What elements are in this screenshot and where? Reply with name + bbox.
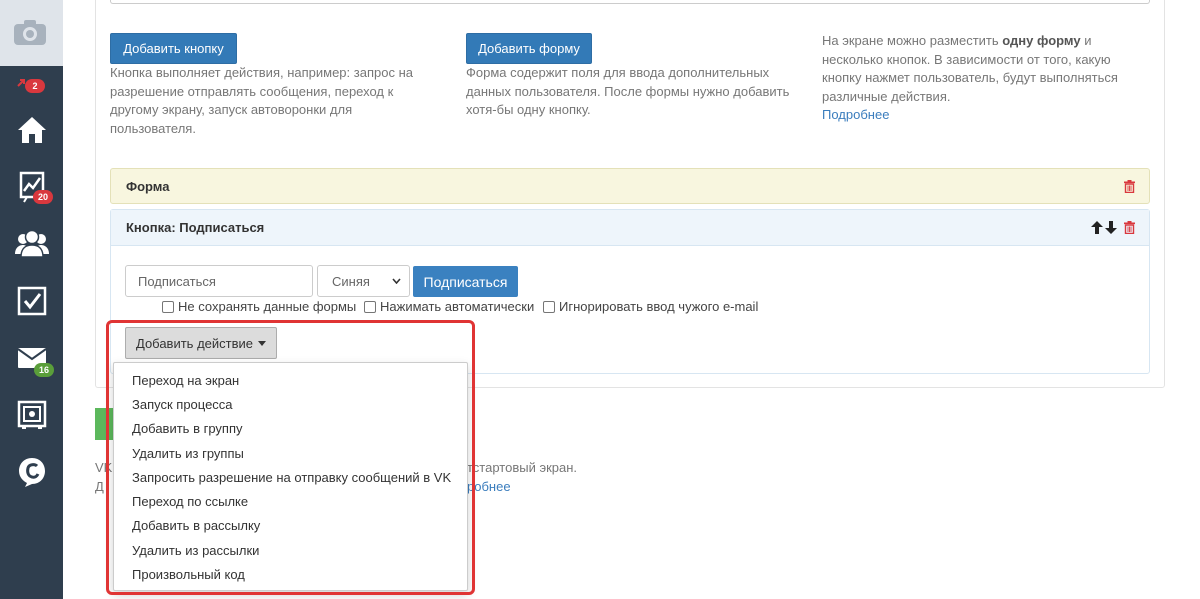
trash-icon[interactable] [1124, 180, 1135, 193]
trash-icon[interactable] [1124, 221, 1135, 234]
button-panel-header: Кнопка: Подписаться [111, 210, 1149, 246]
sidebar-item-mail[interactable]: 16 [0, 329, 63, 386]
arrow-up-icon[interactable] [1091, 221, 1103, 234]
notifications-badge: 2 [25, 79, 45, 93]
form-panel: Форма [110, 168, 1150, 204]
button-text-input[interactable]: Подписаться [125, 265, 313, 297]
checkbox-no-save-form-data[interactable]: Не сохранять данные формы [162, 299, 356, 314]
sidebar-item-home[interactable] [0, 101, 63, 158]
info-text: На экране можно разместить одну форму и … [822, 32, 1122, 125]
info-text-part1: На экране можно разместить [822, 33, 1003, 48]
highlight-frame [106, 320, 475, 595]
checkbox-ignore-foreign-email[interactable]: Игнорировать ввод чужого e-mail [543, 299, 758, 314]
arrow-down-icon[interactable] [1105, 221, 1117, 234]
button-panel-title: Кнопка: Подписаться [126, 220, 265, 235]
mail-badge: 16 [34, 363, 54, 377]
form-panel-title: Форма [126, 178, 170, 194]
sidebar-item-logo[interactable] [0, 443, 63, 500]
users-icon [14, 229, 49, 258]
home-icon [17, 116, 46, 143]
camera-icon [14, 20, 46, 45]
add-button-description: Кнопка выполняет действия, например: зап… [110, 65, 413, 136]
brand-logo-icon [18, 457, 45, 487]
checkbox-icon [17, 286, 46, 315]
button-color-select[interactable]: Синяя [317, 265, 410, 297]
button-color-value: Синяя [332, 273, 370, 289]
checkbox-label: Не сохранять данные формы [178, 299, 357, 314]
checkbox-label: Нажимать автоматически [380, 299, 535, 314]
stats-badge: 20 [33, 190, 53, 204]
sidebar-item-safe[interactable] [0, 386, 63, 443]
sidebar: 2 20 16 [0, 0, 63, 599]
checkbox-box[interactable] [543, 300, 555, 313]
sidebar-item-tasks[interactable] [0, 272, 63, 329]
info-more-link[interactable]: Подробнее [822, 107, 889, 122]
checkbox-label: Игнорировать ввод чужого e-mail [559, 299, 759, 314]
below-text-line2-start: Д [95, 479, 104, 494]
chevron-down-icon [392, 278, 401, 284]
sidebar-item-users[interactable] [0, 215, 63, 272]
add-button-button[interactable]: Добавить кнопку [110, 33, 237, 64]
sidebar-item-stats[interactable]: 20 [0, 158, 63, 215]
sidebar-item-camera[interactable] [0, 0, 63, 66]
checkbox-auto-press[interactable]: Нажимать автоматически [364, 299, 534, 314]
sidebar-item-notifications[interactable]: 2 [0, 70, 63, 100]
button-preview[interactable]: Подписаться [413, 266, 518, 297]
below-text-line1-end: тстартовый экран. [467, 460, 578, 475]
checkbox-box[interactable] [162, 300, 174, 313]
add-form-button[interactable]: Добавить форму [466, 33, 592, 64]
add-form-description: Форма содержит поля для ввода дополнител… [466, 65, 790, 117]
top-input-remnant [110, 0, 1150, 4]
safe-icon [17, 400, 46, 429]
info-text-bold: одну форму [1002, 33, 1081, 48]
checkbox-box[interactable] [364, 300, 376, 313]
